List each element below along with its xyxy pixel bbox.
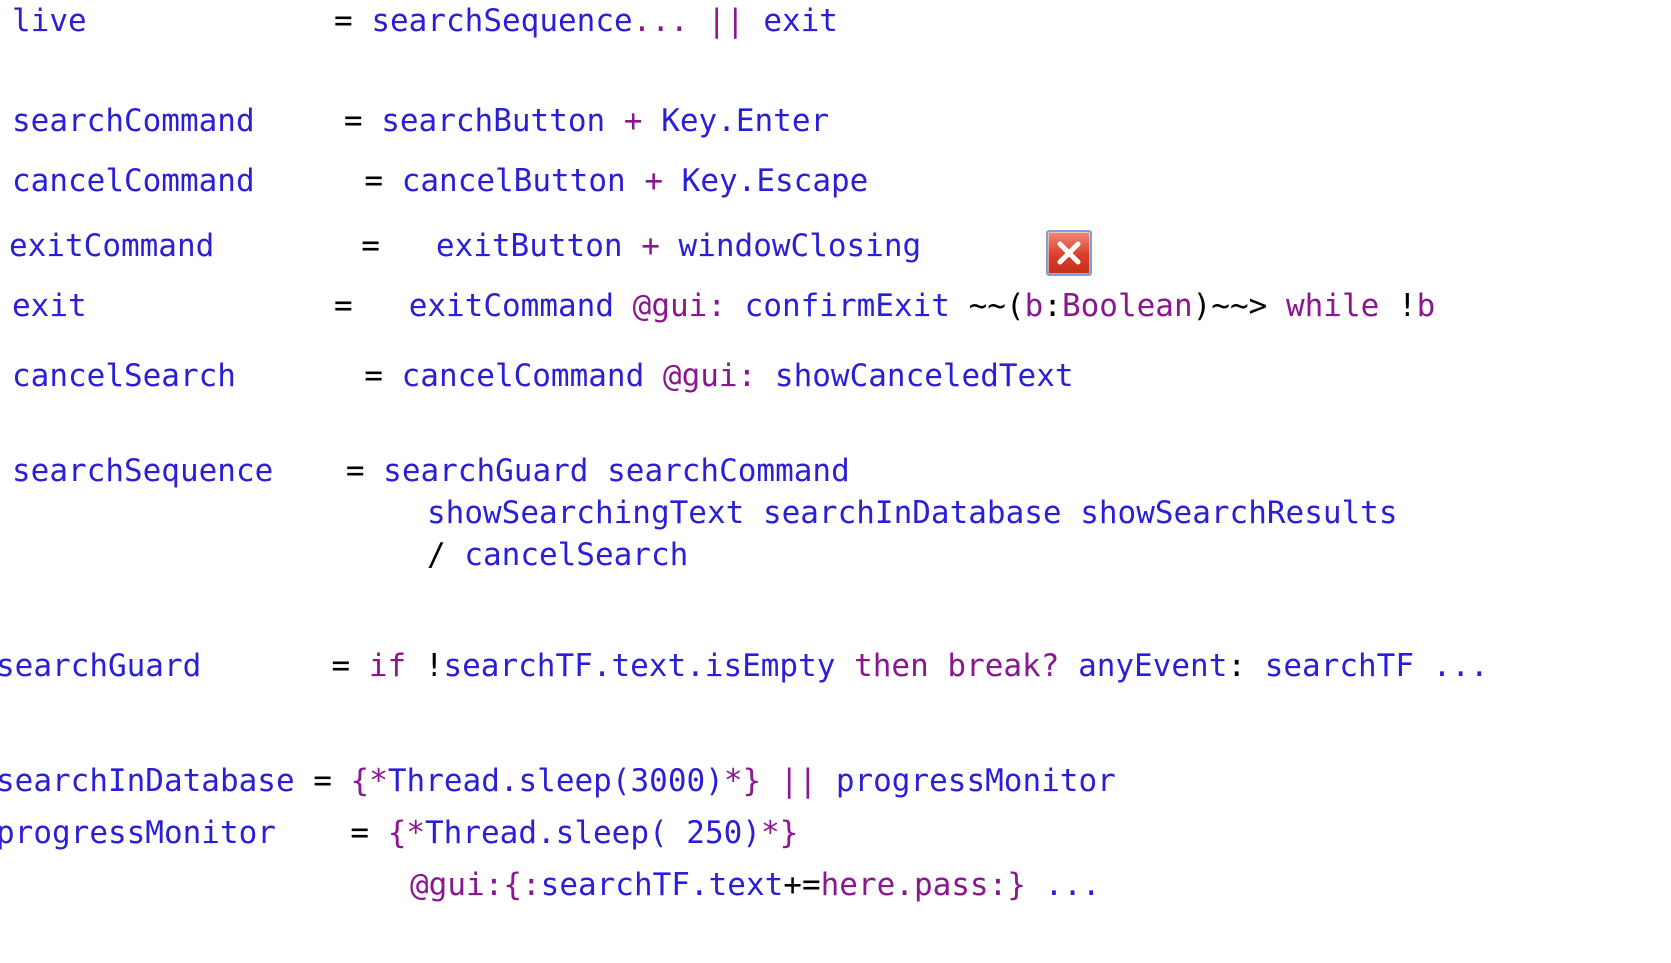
identifier-token: searchTF xyxy=(1264,648,1415,684)
code-line: searchSequence = searchGuard searchComman… xyxy=(12,456,850,487)
code-line: @gui:{:searchTF.text+=here.pass:} ... xyxy=(410,870,1101,901)
keyword-token: while xyxy=(1285,288,1380,324)
identifier-token: confirmExit xyxy=(744,288,950,324)
keyword-token: @gui xyxy=(644,358,738,394)
operator-token: = xyxy=(331,648,369,684)
keyword-token: || xyxy=(688,3,764,39)
identifier-token: showSearchingText searchInDatabase showS… xyxy=(427,495,1398,531)
identifier-token: searchSequence xyxy=(12,453,274,489)
code-line: exit = exitCommand @gui: confirmExit ~~(b… xyxy=(12,291,1435,322)
code-line: searchCommand = searchButton + Key.Enter xyxy=(12,106,829,137)
keyword-token: : xyxy=(737,358,775,394)
keyword-token: b xyxy=(1024,288,1044,324)
identifier-token: searchInDatabase xyxy=(0,763,295,799)
code-line: searchInDatabase = {*Thread.sleep(3000)*}… xyxy=(0,766,1116,797)
operator-token: += xyxy=(783,867,821,903)
operator-token: ! xyxy=(406,648,444,684)
keyword-token: here.pass xyxy=(820,867,989,903)
identifier-token: ... xyxy=(1414,648,1489,684)
identifier-token: cancelCommand xyxy=(12,163,255,199)
keyword-token: b xyxy=(1416,288,1436,324)
keyword-token: + xyxy=(605,103,662,139)
identifier-token: Key.Escape xyxy=(681,163,869,199)
identifier-token: searchTF.text.isEmpty xyxy=(443,648,836,684)
identifier-token: Key.Enter xyxy=(661,103,830,139)
operator-token: = xyxy=(343,103,382,139)
identifier-token: searchButton xyxy=(381,103,606,139)
keyword-token: {* xyxy=(350,763,388,799)
operator-token: ! xyxy=(1379,288,1417,324)
operator-token: = xyxy=(361,228,436,264)
identifier-token: cancelButton xyxy=(401,163,626,199)
operator-token: : xyxy=(1227,648,1265,684)
identifier-token: exitCommand xyxy=(9,228,215,264)
identifier-token: live xyxy=(12,3,87,39)
identifier-token: ... xyxy=(1044,867,1101,903)
code-line: / cancelSearch xyxy=(427,540,688,571)
identifier-token: cancelSearch xyxy=(464,537,689,573)
keyword-token: :} xyxy=(988,867,1045,903)
close-icon xyxy=(1046,230,1092,276)
code-line: cancelSearch = cancelCommand @gui: showCa… xyxy=(12,361,1074,392)
identifier-token: progressMonitor xyxy=(0,815,276,851)
code-line: showSearchingText searchInDatabase showS… xyxy=(427,498,1398,529)
identifier-token: searchCommand xyxy=(12,103,255,139)
code-line: cancelCommand = cancelButton + Key.Escape xyxy=(12,166,868,197)
keyword-token: + xyxy=(622,228,679,264)
operator-token: = xyxy=(364,358,402,394)
keyword-token: @gui:{: xyxy=(410,867,541,903)
keyword-token: {* xyxy=(387,815,426,851)
identifier-token: searchSequence xyxy=(371,3,633,39)
keyword-token: *} xyxy=(723,763,762,799)
identifier-token: cancelCommand xyxy=(401,358,645,394)
identifier-token: searchGuard xyxy=(0,648,202,684)
code-line: live = searchSequence... || exit xyxy=(12,6,838,37)
identifier-token: anyEvent xyxy=(1078,648,1228,684)
code-line: progressMonitor = {*Thread.sleep( 250)*} xyxy=(0,818,798,849)
operator-token: = xyxy=(313,763,351,799)
keyword-token: if xyxy=(368,648,407,684)
operator-token: )~~> xyxy=(1192,288,1286,324)
keyword-token: ... xyxy=(632,3,689,39)
operator-token: = xyxy=(334,288,409,324)
identifier-token: cancelSearch xyxy=(12,358,236,394)
keyword-token: + xyxy=(625,163,682,199)
identifier-token: exitCommand xyxy=(408,288,614,324)
identifier-token: exit xyxy=(763,3,838,39)
keyword-token: : xyxy=(707,288,745,324)
operator-token: / xyxy=(427,537,465,573)
identifier-token: windowClosing xyxy=(678,228,922,264)
operator-token: ~~( xyxy=(949,288,1025,324)
identifier-token: exit xyxy=(12,288,87,324)
identifier-token: Thread.sleep(3000) xyxy=(387,763,724,799)
operator-token: = xyxy=(364,163,402,199)
identifier-token: showCanceledText xyxy=(774,358,1074,394)
code-line: searchGuard = if !searchTF.text.isEmpty t… xyxy=(0,651,1489,682)
operator-token: = xyxy=(334,3,372,39)
code-line: exitCommand = exitButton + windowClosing xyxy=(9,231,921,262)
identifier-token: searchTF.text xyxy=(540,867,784,903)
keyword-token: *} xyxy=(760,815,799,851)
identifier-token: progressMonitor xyxy=(835,763,1116,799)
operator-token: = xyxy=(345,453,384,489)
operator-token: = xyxy=(350,815,388,851)
keyword-token: @gui xyxy=(614,288,708,324)
identifier-token: Thread.sleep( 250) xyxy=(425,815,761,851)
identifier-token: searchGuard searchCommand xyxy=(383,453,850,489)
keyword-token: || xyxy=(761,763,836,799)
keyword-token: then break? xyxy=(835,648,1079,684)
identifier-token: exitButton xyxy=(435,228,623,264)
